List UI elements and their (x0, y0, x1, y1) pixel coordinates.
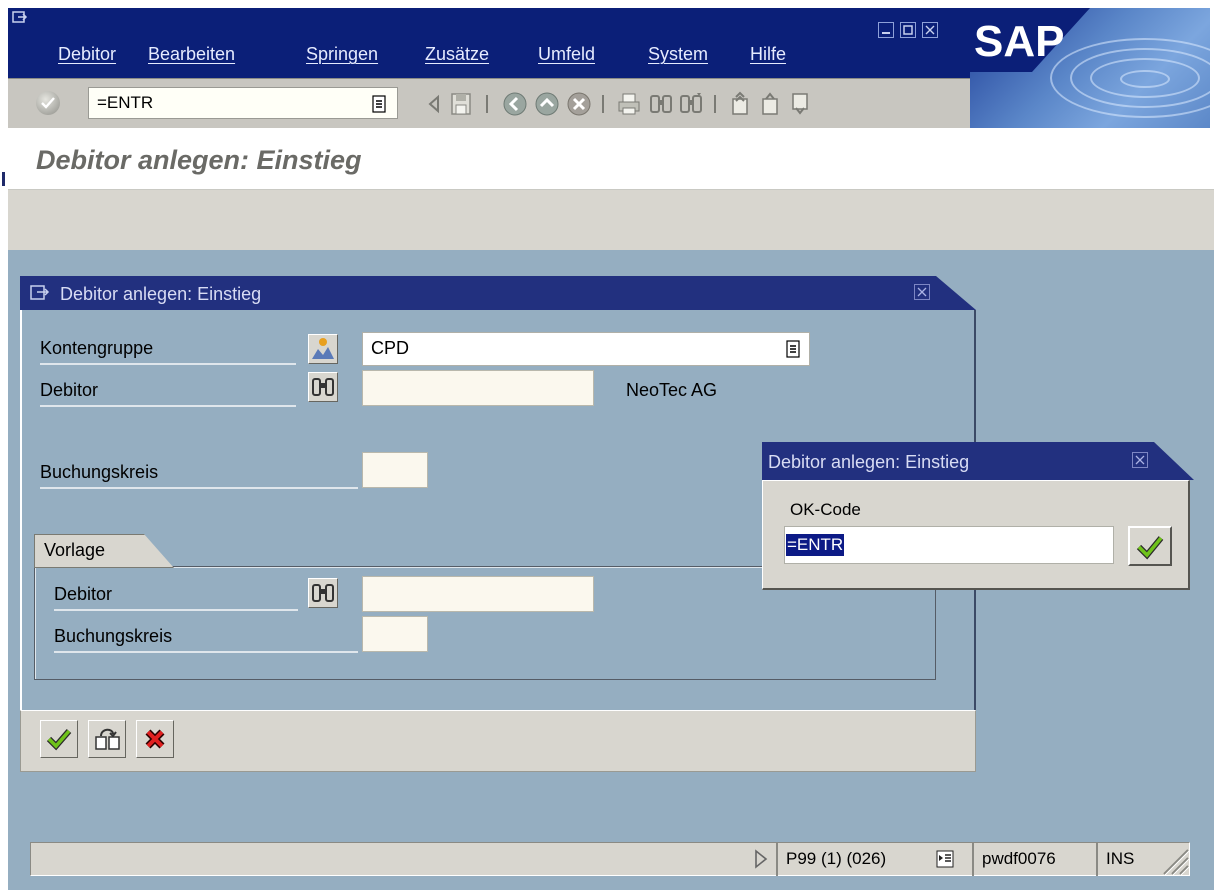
menu-bearbeiten[interactable]: Bearbeiten (148, 44, 235, 65)
popup-title: Debitor anlegen: Einstieg (768, 452, 970, 472)
vorlage-debitor-search-button[interactable] (308, 578, 338, 608)
account-group-help-button[interactable] (308, 334, 338, 364)
history-dropdown-icon[interactable] (372, 95, 386, 113)
menu-hilfe[interactable]: Hilfe (750, 44, 786, 65)
status-expand-arrow-icon[interactable] (752, 848, 770, 870)
save-icon[interactable] (448, 91, 474, 117)
find-icon[interactable] (648, 91, 674, 117)
vorlage-buchungskreis-field[interactable] (362, 616, 428, 652)
window-left-edge (0, 0, 8, 890)
debitor-field[interactable] (362, 370, 594, 406)
exit-icon[interactable] (534, 91, 560, 117)
system-info-icon[interactable] (936, 850, 954, 868)
menu-zusaetze[interactable]: Zusätze (425, 44, 489, 65)
enter-icon[interactable] (36, 91, 60, 115)
print-icon[interactable] (616, 91, 642, 117)
application-toolbar (8, 190, 1214, 250)
buchungskreis-label: Buchungskreis (40, 462, 358, 489)
status-session-cell[interactable]: P99 (1) (026) (776, 842, 972, 876)
vorlage-debitor-label: Debitor (54, 584, 298, 611)
window-edge-marker (2, 172, 5, 186)
minimize-button[interactable] (878, 22, 894, 38)
svg-text:SAP: SAP (974, 17, 1064, 66)
sap-logo: SAP (970, 8, 1090, 72)
close-window-button[interactable] (922, 22, 938, 38)
popup-close-button[interactable] (1132, 452, 1148, 468)
menu-system[interactable]: System (648, 44, 708, 65)
cancel-icon[interactable] (566, 91, 592, 117)
continue-button[interactable] (40, 720, 78, 758)
vorlage-label: Vorlage (44, 540, 106, 560)
ok-code-label: OK-Code (790, 500, 861, 519)
page-title: Debitor anlegen: Einstieg (36, 145, 362, 175)
debitor-search-button[interactable] (308, 372, 338, 402)
back-arrow-icon[interactable] (422, 91, 448, 117)
find-next-icon[interactable] (678, 91, 704, 117)
dropdown-list-icon[interactable] (786, 340, 800, 363)
system-menu-icon[interactable] (12, 10, 28, 26)
dialog-window-icon (30, 284, 50, 307)
status-server-cell: pwdf0076 (972, 842, 1096, 876)
status-mode-cell[interactable]: INS (1096, 842, 1152, 876)
toolbar-separator (714, 95, 716, 113)
screen-title-bar: Debitor anlegen: Einstieg (8, 128, 1214, 190)
cancel-button[interactable] (136, 720, 174, 758)
create-with-template-icon (95, 728, 120, 750)
vorlage-buchungskreis-label: Buchungskreis (54, 626, 358, 653)
status-server: pwdf0076 (982, 849, 1056, 868)
status-session: P99 (1) (026) (786, 849, 887, 868)
vorlage-debitor-field[interactable] (362, 576, 594, 612)
debitor-description: NeoTec AG (626, 380, 718, 400)
next-page-icon[interactable] (788, 91, 814, 117)
toolbar-separator (486, 95, 488, 113)
water-ripple-decoration (1120, 70, 1170, 88)
kontengruppe-value: CPD (371, 338, 410, 358)
standard-toolbar: =ENTR (8, 78, 970, 128)
kontengruppe-label: Kontengruppe (40, 338, 296, 365)
maximize-button[interactable] (900, 22, 916, 38)
debitor-label: Debitor (40, 380, 296, 407)
kontengruppe-field[interactable]: CPD (362, 332, 810, 366)
menu-umfeld[interactable]: Umfeld (538, 44, 595, 65)
status-mode: INS (1106, 849, 1135, 868)
menu-debitor[interactable]: Debitor (58, 44, 116, 65)
ok-code-popup: Debitor anlegen: Einstieg OK-Code =ENTR (762, 442, 1194, 592)
top-band: Debitor Bearbeiten Springen Zusätze Umfe… (8, 8, 1210, 128)
dialog-close-button[interactable] (914, 284, 930, 300)
toolbar-separator (602, 95, 604, 113)
resize-grip-icon[interactable] (1160, 846, 1190, 876)
first-page-icon[interactable] (728, 91, 754, 117)
previous-page-icon[interactable] (758, 91, 784, 117)
buchungskreis-field[interactable] (362, 452, 428, 488)
ok-code-confirm-button[interactable] (1128, 526, 1172, 566)
create-with-template-button[interactable] (88, 720, 126, 758)
command-field[interactable]: =ENTR (88, 87, 398, 119)
continue-icon (46, 729, 72, 751)
dialog-title: Debitor anlegen: Einstieg (60, 284, 262, 304)
back-icon[interactable] (502, 91, 528, 117)
confirm-check-icon (1136, 536, 1164, 560)
menu-springen[interactable]: Springen (306, 44, 378, 65)
ok-code-selected-text: =ENTR (786, 534, 845, 556)
cancel-icon (145, 729, 165, 749)
